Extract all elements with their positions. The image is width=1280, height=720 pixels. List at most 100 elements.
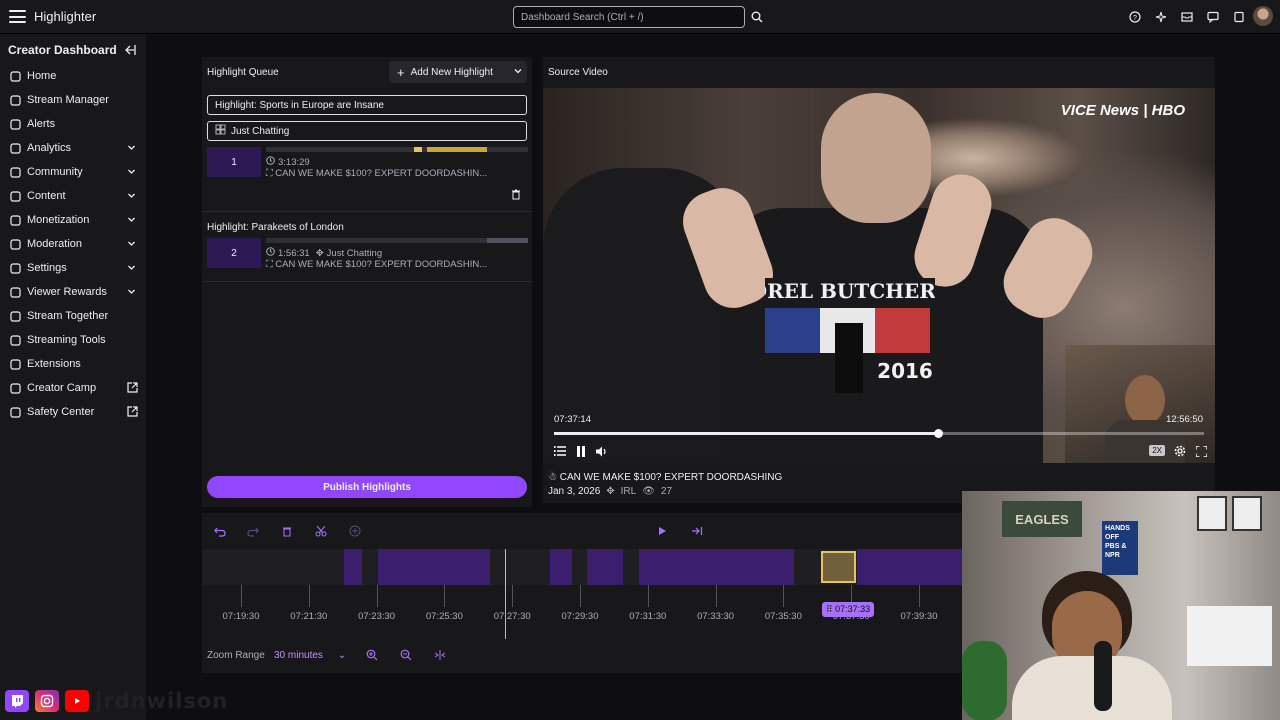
video-player[interactable]: OREL BUTCHERS 2016 VICE News | HBO 07:37… — [543, 88, 1215, 463]
zoom-out-icon[interactable] — [398, 647, 414, 663]
zoom-range-select[interactable]: 30 minutes ⌄ — [274, 650, 346, 661]
timeline-track[interactable] — [202, 549, 962, 585]
chat-icon[interactable] — [1206, 10, 1220, 24]
sidebar-item-home[interactable]: Home — [0, 64, 146, 88]
external-link-icon[interactable] — [127, 406, 138, 420]
plus-icon: + — [397, 64, 405, 80]
sparkle-icon[interactable] — [1154, 10, 1168, 24]
queue-item-stream-title: CAN WE MAKE $100? EXPERT DOORDASHIN... — [275, 168, 488, 179]
sidebar-item-creator-camp[interactable]: Creator Camp — [0, 376, 146, 400]
category-field[interactable]: Just Chatting — [207, 121, 527, 141]
sidebar-item-label: Safety Center — [27, 406, 95, 418]
highlight-title-field[interactable]: Highlight: Sports in Europe are Insane — [207, 95, 527, 115]
playback-speed-badge[interactable]: 2X — [1149, 445, 1165, 456]
sidebar-item-stream-together[interactable]: Stream Together — [0, 304, 146, 328]
search-icon[interactable] — [747, 6, 767, 28]
queue-item-number: 1 — [207, 147, 261, 177]
inbox-icon[interactable] — [1180, 10, 1194, 24]
play-icon[interactable] — [654, 523, 670, 539]
ruler-tick — [919, 585, 920, 607]
ruler-tick — [376, 585, 378, 607]
youtube-icon — [65, 690, 89, 712]
svg-text:OREL BUTCHERS: OREL BUTCHERS — [765, 279, 935, 303]
seek-handle[interactable] — [933, 429, 943, 438]
undo-icon[interactable] — [212, 523, 228, 539]
selected-range[interactable] — [821, 551, 856, 583]
sidebar-item-extensions[interactable]: Extensions — [0, 352, 146, 376]
notification-icon[interactable] — [1232, 10, 1246, 24]
help-icon[interactable]: ? — [1128, 10, 1142, 24]
sidebar-item-settings[interactable]: Settings — [0, 256, 146, 280]
chevron-down-icon[interactable] — [127, 167, 136, 179]
collapse-sidebar-icon[interactable] — [124, 44, 136, 59]
jump-to-end-icon[interactable] — [689, 523, 705, 539]
sidebar-item-label: Streaming Tools — [27, 334, 106, 346]
category-icon: ✥ — [315, 247, 324, 259]
add-highlight-button[interactable]: + Add New Highlight — [389, 61, 527, 83]
chevron-down-icon[interactable] — [127, 215, 136, 227]
settings-icon[interactable] — [1172, 444, 1188, 458]
queue-title: Highlight Queue — [207, 67, 279, 78]
sidebar-item-viewer-rewards[interactable]: Viewer Rewards — [0, 280, 146, 304]
monetization-icon — [9, 214, 21, 226]
delete-clip-icon[interactable] — [279, 523, 295, 539]
ruler-tick — [783, 585, 785, 607]
ruler-tick — [308, 585, 310, 607]
stream-together-icon — [9, 310, 21, 322]
sidebar-title: Creator Dashboard — [8, 43, 117, 57]
queue-item[interactable]: 2 1:56:31 ✥ Just Chatting ⛶ CAN WE MAKE … — [207, 238, 528, 278]
ruler-tick-label: 07:25:30 — [425, 611, 463, 622]
external-link-icon[interactable] — [127, 382, 138, 396]
timeline-segment — [639, 549, 794, 585]
divider — [202, 211, 532, 212]
extensions-icon — [9, 358, 21, 370]
chevron-down-icon[interactable] — [127, 239, 136, 251]
redo-icon[interactable] — [245, 523, 261, 539]
sidebar-item-analytics[interactable]: Analytics — [0, 136, 146, 160]
creator-camp-icon — [9, 382, 21, 394]
sidebar-item-safety-center[interactable]: Safety Center — [0, 400, 146, 424]
delete-icon[interactable] — [511, 189, 521, 203]
add-clip-icon[interactable] — [347, 523, 363, 539]
sidebar-item-community[interactable]: Community — [0, 160, 146, 184]
ruler-tick-label: 07:29:30 — [561, 611, 599, 622]
ruler-tick-label: 07:27:30 — [493, 611, 531, 622]
zoom-in-icon[interactable] — [364, 647, 380, 663]
sidebar-item-label: Stream Together — [27, 310, 109, 322]
add-highlight-label: Add New Highlight — [410, 66, 493, 78]
chevron-down-icon[interactable] — [127, 287, 136, 299]
webcam-frame — [1197, 496, 1227, 531]
video-seek-bar[interactable] — [554, 429, 1204, 438]
fit-timeline-icon[interactable] — [432, 647, 448, 663]
avatar[interactable] — [1253, 6, 1273, 26]
chevron-down-icon[interactable] — [127, 191, 136, 203]
sidebar-item-stream-manager[interactable]: Stream Manager — [0, 88, 146, 112]
sidebar-item-moderation[interactable]: Moderation — [0, 232, 146, 256]
fullscreen-icon[interactable] — [1193, 444, 1209, 458]
timeline-segment — [344, 549, 362, 585]
queue-item-title[interactable]: Highlight: Parakeets of London — [207, 222, 344, 233]
chevron-down-icon[interactable] — [513, 66, 523, 79]
timeline-segment — [587, 549, 623, 585]
sidebar-item-alerts[interactable]: Alerts — [0, 112, 146, 136]
chevron-down-icon[interactable] — [127, 263, 136, 275]
queue-item[interactable]: 1 3:13:29 ⛶ CAN WE MAKE $100? EXPERT DOO… — [207, 147, 528, 207]
volume-icon[interactable] — [594, 444, 610, 458]
sidebar-item-label: Moderation — [27, 238, 83, 250]
chapters-icon[interactable] — [552, 444, 568, 458]
publish-highlights-button[interactable]: Publish Highlights — [207, 476, 527, 498]
chevron-down-icon[interactable] — [127, 143, 136, 155]
sidebar-item-streaming-tools[interactable]: Streaming Tools — [0, 328, 146, 352]
category-icon — [215, 124, 226, 138]
clock-icon — [266, 247, 275, 259]
zoom-range-label: Zoom Range — [207, 650, 265, 661]
menu-icon[interactable] — [9, 8, 26, 25]
pause-icon[interactable] — [573, 444, 589, 458]
scissors-icon[interactable] — [313, 523, 329, 539]
sidebar-item-content[interactable]: Content — [0, 184, 146, 208]
queue-item-duration: 1:56:31 — [278, 247, 310, 259]
analytics-icon — [9, 142, 21, 154]
webcam-person-hoodie — [1012, 656, 1172, 720]
search-input[interactable]: Dashboard Search (Ctrl + /) — [513, 6, 745, 28]
sidebar-item-monetization[interactable]: Monetization — [0, 208, 146, 232]
